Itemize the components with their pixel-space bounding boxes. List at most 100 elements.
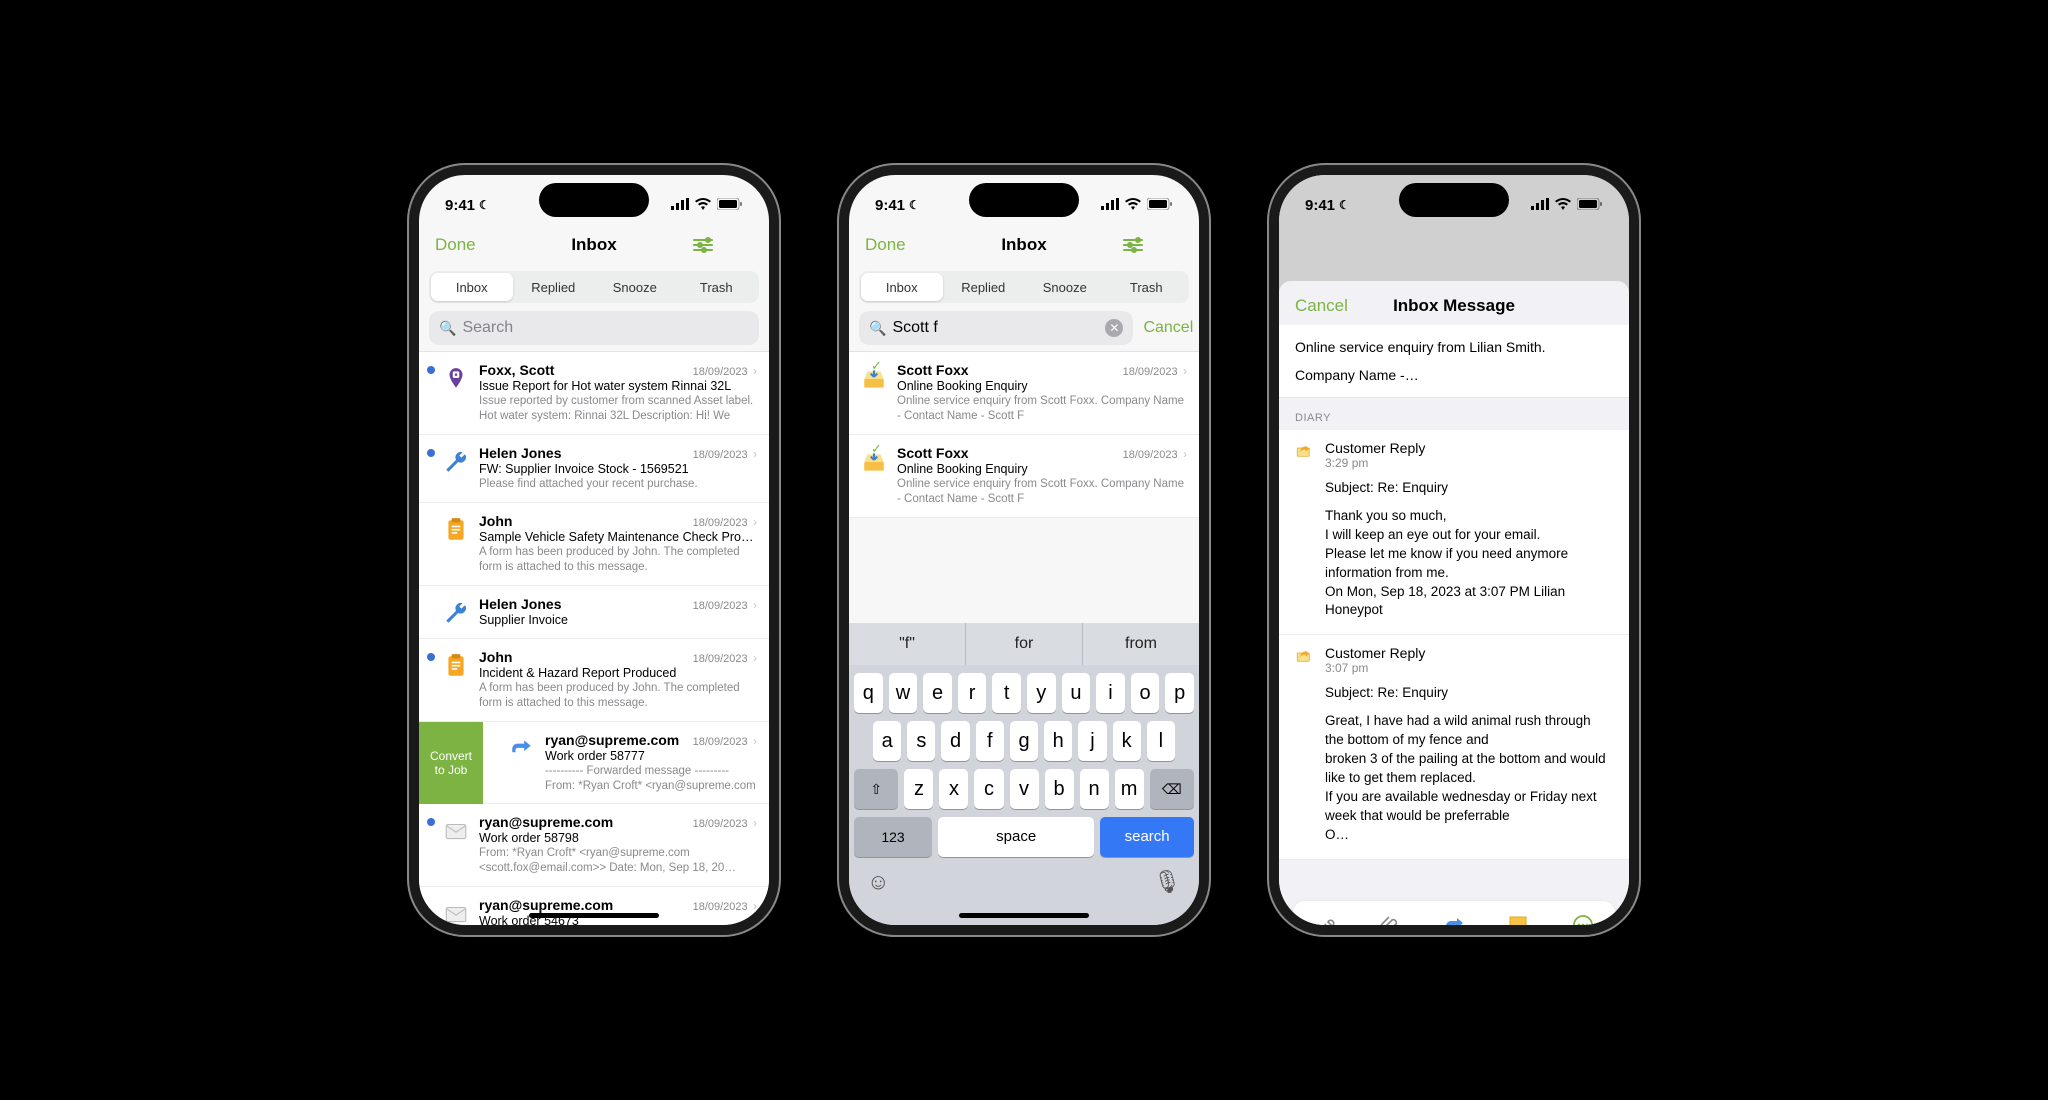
unread-dot-icon (427, 901, 435, 909)
key-w[interactable]: w (889, 673, 918, 713)
message-preview: Online service enquiry from Scott Foxx. … (897, 477, 1187, 507)
chevron-right-icon: › (1180, 447, 1187, 461)
tab-snooze[interactable]: Snooze (1024, 273, 1106, 301)
home-indicator[interactable] (529, 913, 659, 918)
tab-inbox[interactable]: Inbox (431, 273, 513, 301)
message-date: 18/09/2023 › (1123, 364, 1187, 378)
filter-button[interactable] (1123, 236, 1183, 255)
convert-to-job-button[interactable]: Convertto Job (419, 722, 483, 805)
message-row[interactable]: John 18/09/2023 › Sample Vehicle Safety … (419, 503, 769, 586)
key-e[interactable]: e (923, 673, 952, 713)
search-icon: 🔍 (439, 320, 456, 337)
shift-key[interactable]: ⇧ (854, 769, 898, 809)
message-row[interactable]: ✓ Scott Foxx 18/09/2023 › Online Booking… (849, 352, 1199, 435)
key-y[interactable]: y (1027, 673, 1056, 713)
cancel-search-button[interactable]: Cancel (1143, 319, 1193, 337)
key-g[interactable]: g (1010, 721, 1038, 761)
search-results-list[interactable]: ✓ Scott Foxx 18/09/2023 › Online Booking… (849, 351, 1199, 518)
search-bar[interactable]: 🔍 (429, 311, 759, 345)
chevron-right-icon: › (750, 598, 757, 612)
key-k[interactable]: k (1113, 721, 1141, 761)
message-row[interactable]: ryan@supreme.com 18/09/2023 › Work order… (483, 722, 769, 805)
note-button[interactable] (1504, 911, 1532, 935)
key-q[interactable]: q (854, 673, 883, 713)
key-n[interactable]: n (1080, 769, 1109, 809)
clipboard-icon (441, 515, 471, 545)
message-date: 18/09/2023 › (693, 447, 757, 461)
filter-button[interactable] (693, 236, 753, 255)
diary-entry[interactable]: Customer Reply 3:29 pm Subject: Re: Enqu… (1279, 430, 1629, 635)
search-input[interactable] (462, 319, 749, 337)
sender-name: Helen Jones (479, 445, 561, 461)
more-button[interactable] (1569, 911, 1597, 935)
key-b[interactable]: b (1045, 769, 1074, 809)
dictation-key[interactable]: 🎙 (1153, 869, 1181, 895)
diary-entry[interactable]: Customer Reply 3:07 pm Subject: Re: Enqu… (1279, 635, 1629, 859)
key-r[interactable]: r (958, 673, 987, 713)
tab-replied[interactable]: Replied (513, 273, 595, 301)
done-button[interactable]: Done (865, 235, 925, 255)
numbers-key[interactable]: 123 (854, 817, 932, 857)
message-row[interactable]: ryan@supreme.com 18/09/2023 › Work order… (419, 887, 769, 935)
key-z[interactable]: z (904, 769, 933, 809)
key-h[interactable]: h (1044, 721, 1072, 761)
key-j[interactable]: j (1078, 721, 1106, 761)
dynamic-island (969, 183, 1079, 217)
message-date: 18/09/2023 › (693, 816, 757, 830)
key-c[interactable]: c (974, 769, 1003, 809)
suggestion-2[interactable]: for (966, 623, 1083, 665)
suggestion-1[interactable]: "f" (849, 623, 966, 665)
message-preview: A form has been produced by John. The co… (479, 681, 757, 711)
key-l[interactable]: l (1147, 721, 1175, 761)
search-input[interactable] (892, 319, 1099, 337)
status-time: 9:41 (445, 197, 475, 214)
message-row[interactable]: Helen Jones 18/09/2023 › Supplier Invoic… (419, 586, 769, 639)
key-o[interactable]: o (1131, 673, 1160, 713)
message-header: Online service enquiry from Lilian Smith… (1279, 325, 1629, 398)
home-indicator[interactable] (959, 913, 1089, 918)
cancel-button[interactable]: Cancel (1295, 296, 1355, 316)
key-t[interactable]: t (992, 673, 1021, 713)
done-button[interactable]: Done (435, 235, 495, 255)
forward-button[interactable] (1440, 911, 1468, 935)
space-key[interactable]: space (938, 817, 1094, 857)
message-row[interactable]: John 18/09/2023 › Incident & Hazard Repo… (419, 639, 769, 722)
message-preview: From: *Ryan Croft* <ryan@supreme.com <sc… (479, 846, 757, 876)
dynamic-island (539, 183, 649, 217)
tab-trash[interactable]: Trash (676, 273, 758, 301)
key-u[interactable]: u (1062, 673, 1091, 713)
emoji-key[interactable]: ☺ (867, 869, 889, 895)
key-a[interactable]: a (873, 721, 901, 761)
message-row[interactable]: ✓ Scott Foxx 18/09/2023 › Online Booking… (849, 435, 1199, 518)
key-i[interactable]: i (1096, 673, 1125, 713)
search-key[interactable]: search (1100, 817, 1194, 857)
backspace-key[interactable]: ⌫ (1150, 769, 1194, 809)
suggestion-3[interactable]: from (1083, 623, 1199, 665)
key-f[interactable]: f (976, 721, 1004, 761)
key-p[interactable]: p (1165, 673, 1194, 713)
filter-icon (1123, 239, 1143, 255)
attachment-button[interactable] (1376, 911, 1404, 935)
message-row[interactable]: ryan@supreme.com 18/09/2023 › Work order… (419, 804, 769, 887)
clear-search-button[interactable]: ✕ (1105, 319, 1123, 337)
sender-name: Helen Jones (479, 596, 561, 612)
message-row[interactable]: Helen Jones 18/09/2023 › FW: Supplier In… (419, 435, 769, 503)
tab-inbox[interactable]: Inbox (861, 273, 943, 301)
search-bar[interactable]: 🔍 ✕ (859, 311, 1133, 345)
key-d[interactable]: d (941, 721, 969, 761)
tools-button[interactable] (1311, 911, 1339, 935)
phone-inbox-list: 9:41☾ Done Inbox Inbox Replied Snooze Tr… (409, 165, 779, 935)
key-x[interactable]: x (939, 769, 968, 809)
message-date: 18/09/2023 › (693, 734, 757, 748)
message-list[interactable]: Foxx, Scott 18/09/2023 › Issue Report fo… (419, 351, 769, 935)
key-v[interactable]: v (1010, 769, 1039, 809)
message-row[interactable]: Foxx, Scott 18/09/2023 › Issue Report fo… (419, 352, 769, 435)
key-s[interactable]: s (907, 721, 935, 761)
tab-trash[interactable]: Trash (1106, 273, 1188, 301)
key-m[interactable]: m (1115, 769, 1144, 809)
chevron-right-icon: › (750, 651, 757, 665)
message-date: 18/09/2023 › (693, 515, 757, 529)
tab-snooze[interactable]: Snooze (594, 273, 676, 301)
tab-replied[interactable]: Replied (943, 273, 1025, 301)
message-date: 18/09/2023 › (1123, 447, 1187, 461)
